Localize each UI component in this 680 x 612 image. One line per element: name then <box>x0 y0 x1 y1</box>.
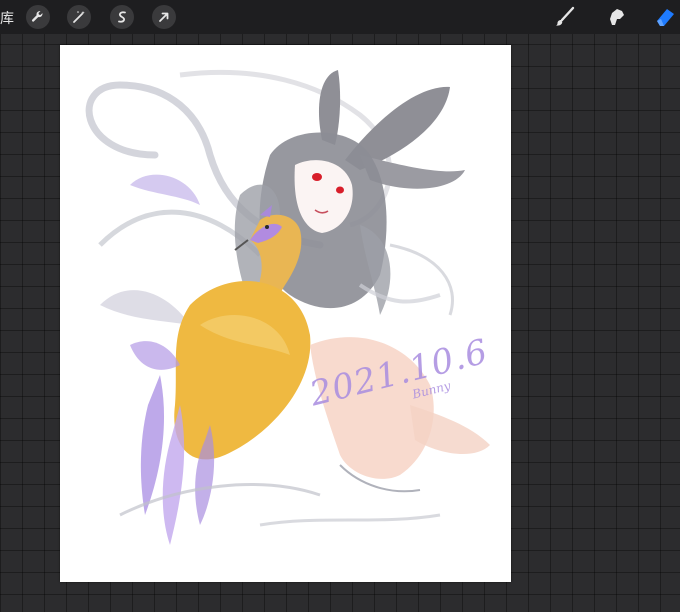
smudge-icon[interactable] <box>603 4 629 30</box>
magic-wand-icon[interactable] <box>67 5 91 29</box>
gallery-button[interactable]: 库 <box>0 8 14 28</box>
brush-icon[interactable] <box>552 4 578 30</box>
wrench-icon[interactable] <box>26 5 50 29</box>
top-toolbar: 库 <box>0 0 680 34</box>
eraser-icon[interactable] <box>652 4 678 30</box>
drawing-canvas[interactable]: 2021.10.6 Bunny <box>60 45 511 582</box>
bunny-girl-peacock-sketch <box>85 69 490 545</box>
arrow-cursor-icon[interactable] <box>152 5 176 29</box>
selection-icon[interactable] <box>110 5 134 29</box>
